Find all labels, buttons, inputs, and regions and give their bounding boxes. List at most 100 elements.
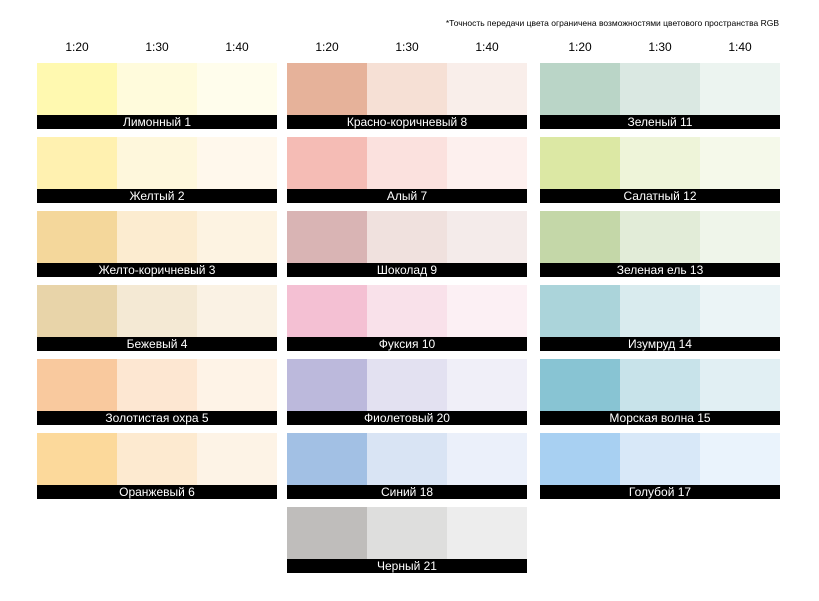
color-swatch[interactable]: Салатный 12 bbox=[540, 137, 780, 203]
tint-cell bbox=[117, 285, 197, 337]
swatch-label: Золотистая охра 5 bbox=[37, 411, 277, 425]
ratio-label: 1:40 bbox=[475, 40, 499, 54]
tint-cell bbox=[287, 433, 367, 485]
tint-cell bbox=[197, 211, 277, 263]
tint-cell bbox=[287, 285, 367, 337]
tint-row bbox=[287, 507, 527, 559]
tint-cell bbox=[540, 433, 620, 485]
swatch-label: Синий 18 bbox=[287, 485, 527, 499]
tint-cell bbox=[117, 137, 197, 189]
tint-cell bbox=[197, 359, 277, 411]
color-swatch[interactable]: Шоколад 9 bbox=[287, 211, 527, 277]
tint-cell bbox=[620, 63, 700, 115]
color-swatch[interactable]: Синий 18 bbox=[287, 433, 527, 499]
tint-cell bbox=[367, 433, 447, 485]
swatch-label: Салатный 12 bbox=[540, 189, 780, 203]
color-swatch[interactable]: Морская волна 15 bbox=[540, 359, 780, 425]
ratio-label: 1:30 bbox=[395, 40, 419, 54]
swatch-label: Шоколад 9 bbox=[287, 263, 527, 277]
color-swatch[interactable]: Лимонный 1 bbox=[37, 63, 277, 129]
tint-cell bbox=[197, 137, 277, 189]
tint-cell bbox=[37, 63, 117, 115]
tint-row bbox=[540, 433, 780, 485]
tint-cell bbox=[37, 359, 117, 411]
tint-cell bbox=[197, 63, 277, 115]
tint-cell bbox=[447, 507, 527, 559]
ratio-label: 1:40 bbox=[225, 40, 249, 54]
tint-row bbox=[37, 285, 277, 337]
color-swatch[interactable]: Оранжевый 6 bbox=[37, 433, 277, 499]
tint-cell bbox=[700, 359, 780, 411]
tint-cell bbox=[540, 63, 620, 115]
tint-row bbox=[37, 63, 277, 115]
tint-cell bbox=[620, 211, 700, 263]
ratio-header-group: 1:20 1:30 1:40 bbox=[540, 40, 780, 56]
tint-row bbox=[540, 359, 780, 411]
tint-cell bbox=[37, 285, 117, 337]
color-swatch[interactable]: Зеленый 11 bbox=[540, 63, 780, 129]
swatch-label: Голубой 17 bbox=[540, 485, 780, 499]
ratio-label: 1:20 bbox=[315, 40, 339, 54]
tint-cell bbox=[37, 137, 117, 189]
swatch-label: Зеленая ель 13 bbox=[540, 263, 780, 277]
color-swatch[interactable]: Зеленая ель 13 bbox=[540, 211, 780, 277]
tint-row bbox=[37, 211, 277, 263]
swatch-label: Фиолетовый 20 bbox=[287, 411, 527, 425]
color-swatch[interactable]: Голубой 17 bbox=[540, 433, 780, 499]
tint-cell bbox=[37, 433, 117, 485]
tint-cell bbox=[620, 285, 700, 337]
tint-cell bbox=[700, 63, 780, 115]
tint-cell bbox=[367, 63, 447, 115]
tint-cell bbox=[197, 433, 277, 485]
tint-cell bbox=[367, 137, 447, 189]
tint-cell bbox=[117, 359, 197, 411]
ratio-header-group: 1:20 1:30 1:40 bbox=[287, 40, 527, 56]
color-swatch[interactable]: Фиолетовый 20 bbox=[287, 359, 527, 425]
swatch-label: Алый 7 bbox=[287, 189, 527, 203]
tint-cell bbox=[117, 433, 197, 485]
tint-cell bbox=[367, 211, 447, 263]
swatch-label: Черный 21 bbox=[287, 559, 527, 573]
swatch-label: Желтый 2 bbox=[37, 189, 277, 203]
tint-cell bbox=[700, 285, 780, 337]
tint-row bbox=[287, 433, 527, 485]
tint-cell bbox=[117, 63, 197, 115]
swatch-label: Изумруд 14 bbox=[540, 337, 780, 351]
tint-cell bbox=[447, 359, 527, 411]
tint-row bbox=[540, 63, 780, 115]
swatch-label: Оранжевый 6 bbox=[37, 485, 277, 499]
tint-row bbox=[540, 137, 780, 189]
tint-cell bbox=[447, 211, 527, 263]
swatch-label: Морская волна 15 bbox=[540, 411, 780, 425]
tint-cell bbox=[287, 507, 367, 559]
tint-row bbox=[540, 285, 780, 337]
color-swatch[interactable]: Фуксия 10 bbox=[287, 285, 527, 351]
color-swatch[interactable]: Золотистая охра 5 bbox=[37, 359, 277, 425]
tint-cell bbox=[540, 211, 620, 263]
color-swatch[interactable]: Красно-коричневый 8 bbox=[287, 63, 527, 129]
swatch-label: Красно-коричневый 8 bbox=[287, 115, 527, 129]
ratio-header-group: 1:20 1:30 1:40 bbox=[37, 40, 277, 56]
tint-cell bbox=[37, 211, 117, 263]
tint-cell bbox=[447, 137, 527, 189]
tint-cell bbox=[700, 137, 780, 189]
color-swatch[interactable]: Изумруд 14 bbox=[540, 285, 780, 351]
tint-cell bbox=[620, 433, 700, 485]
tint-row bbox=[287, 137, 527, 189]
color-swatch[interactable]: Бежевый 4 bbox=[37, 285, 277, 351]
color-swatch[interactable]: Алый 7 bbox=[287, 137, 527, 203]
ratio-label: 1:20 bbox=[65, 40, 89, 54]
tint-row bbox=[540, 211, 780, 263]
tint-cell bbox=[700, 211, 780, 263]
color-swatch[interactable]: Черный 21 bbox=[287, 507, 527, 573]
tint-row bbox=[287, 211, 527, 263]
color-swatch[interactable]: Желто-коричневый 3 bbox=[37, 211, 277, 277]
tint-cell bbox=[540, 359, 620, 411]
tint-cell bbox=[287, 137, 367, 189]
tint-cell bbox=[287, 63, 367, 115]
color-swatch[interactable]: Желтый 2 bbox=[37, 137, 277, 203]
tint-row bbox=[287, 63, 527, 115]
tint-cell bbox=[540, 137, 620, 189]
tint-cell bbox=[447, 63, 527, 115]
tint-cell bbox=[367, 507, 447, 559]
